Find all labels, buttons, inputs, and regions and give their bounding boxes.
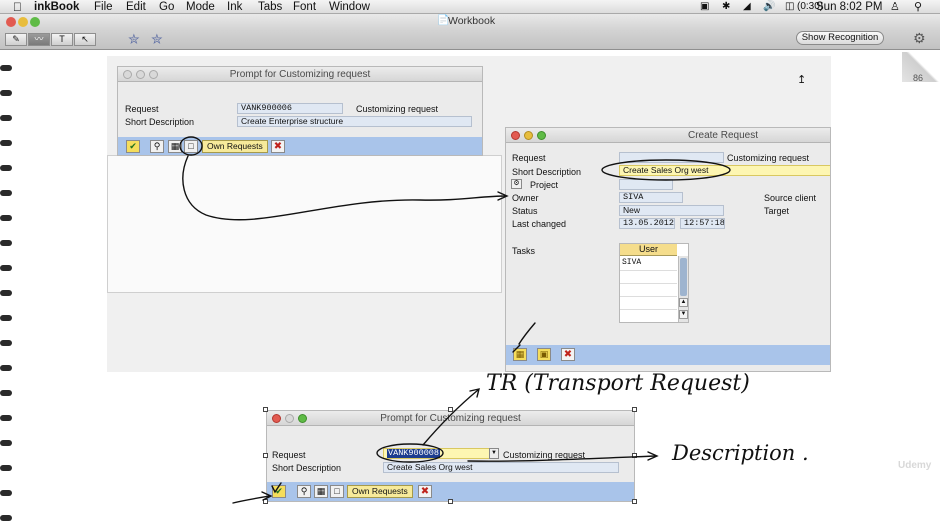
handwritten-description-note: Description . — [672, 441, 809, 465]
ink-circle-create-icon — [179, 136, 203, 156]
inkbook-screen:  inkBook File Edit Go Mode Ink Tabs Fon… — [0, 0, 940, 529]
ink-arrow-to-owner — [182, 155, 507, 221]
mouse-cursor-icon: ↥ — [797, 74, 807, 86]
ink-circle-request-number — [376, 443, 444, 463]
ink-tick-save — [518, 322, 536, 345]
udemy-watermark: Udemy — [898, 460, 932, 471]
ink-arrow-to-tr — [422, 389, 479, 446]
ink-circle-short-description — [601, 159, 731, 181]
ink-tick-save-2 — [512, 344, 521, 353]
ink-tick-continue — [271, 482, 282, 494]
ink-arrow-to-description — [467, 455, 657, 462]
handwritten-tr-note: TR (Transport Request) — [486, 371, 750, 396]
